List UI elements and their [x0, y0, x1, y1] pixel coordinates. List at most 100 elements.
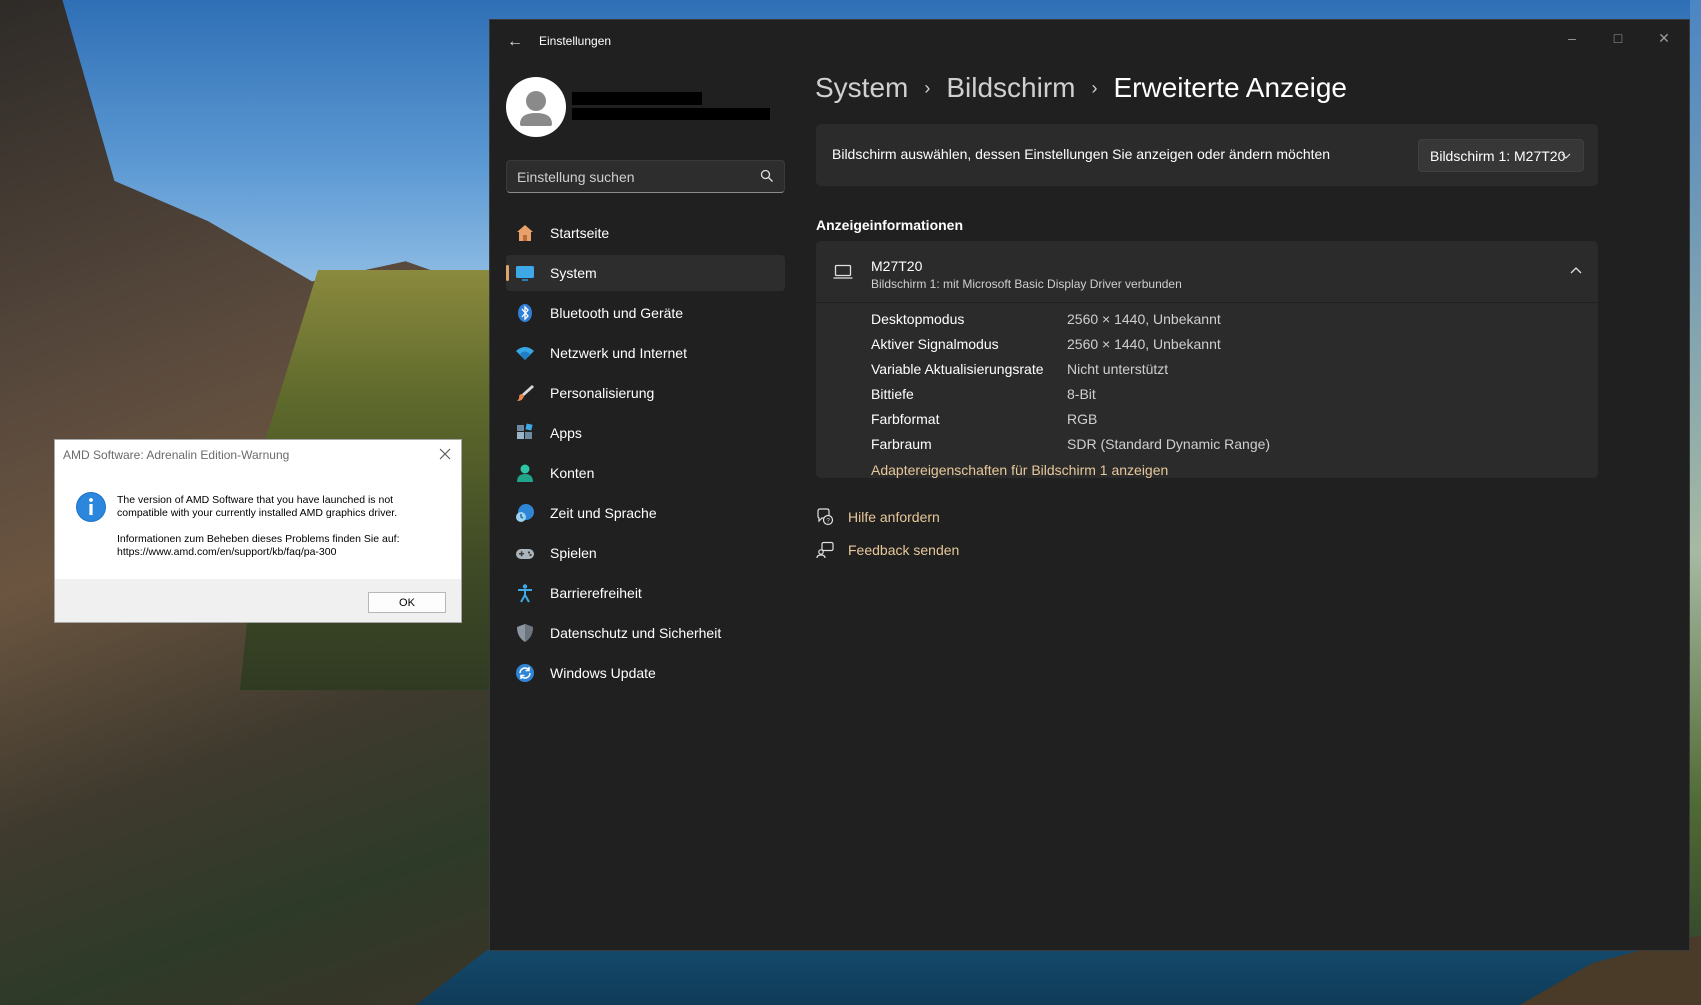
sidebar-item-konten[interactable]: Konten [506, 455, 785, 491]
sidebar-item-label: Personalisierung [550, 385, 655, 401]
display-select-card: Bildschirm auswählen, dessen Einstellung… [816, 124, 1598, 186]
laptop-icon [833, 264, 853, 279]
close-icon[interactable] [437, 446, 453, 462]
redacted-email [572, 108, 770, 120]
sidebar-item-startseite[interactable]: Startseite [506, 215, 785, 251]
display-name: M27T20 [871, 258, 923, 274]
sidebar-item-label: System [550, 265, 597, 281]
svg-text:?: ? [826, 517, 830, 524]
sidebar-item-barrierefreiheit[interactable]: Barrierefreiheit [506, 575, 785, 611]
sidebar-item-datenschutz[interactable]: Datenschutz und Sicherheit [506, 615, 785, 651]
chevron-up-icon[interactable] [1570, 265, 1582, 277]
home-icon [514, 222, 536, 244]
sidebar-item-label: Barrierefreiheit [550, 585, 642, 601]
dialog-body: The version of AMD Software that you hav… [55, 469, 461, 579]
info-key: Farbformat [871, 411, 940, 427]
sidebar-item-label: Bluetooth und Geräte [550, 305, 684, 321]
sidebar-item-windows-update[interactable]: Windows Update [506, 655, 785, 691]
sidebar-item-spielen[interactable]: Spielen [506, 535, 785, 571]
avatar[interactable] [506, 77, 566, 137]
title-bar: ← Einstellungen – □ ✕ [490, 20, 1689, 64]
send-feedback-label: Feedback senden [848, 541, 960, 558]
sidebar-item-label: Konten [550, 465, 595, 481]
sidebar-item-bluetooth[interactable]: Bluetooth und Geräte [506, 295, 785, 331]
user-silhouette-icon [520, 91, 552, 126]
breadcrumb-bildschirm[interactable]: Bildschirm [946, 72, 1075, 104]
info-key: Variable Aktualisierungsrate [871, 361, 1044, 377]
info-icon [76, 492, 106, 522]
info-key: Aktiver Signalmodus [871, 336, 999, 352]
dialog-title: AMD Software: Adrenalin Edition-Warnung [63, 448, 290, 462]
get-help-label: Hilfe anfordern [848, 508, 940, 525]
sidebar-item-system[interactable]: System [506, 255, 785, 291]
section-title: Anzeigeinformationen [816, 217, 964, 233]
dialog-title-bar: AMD Software: Adrenalin Edition-Warnung [55, 440, 461, 469]
breadcrumb-system[interactable]: System [815, 72, 908, 104]
sidebar-item-label: Startseite [550, 225, 610, 241]
chevron-right-icon: › [1091, 77, 1098, 98]
info-row: Farbformat RGB [871, 411, 1270, 436]
sidebar-item-apps[interactable]: Apps [506, 415, 785, 451]
breadcrumb: System › Bildschirm › Erweiterte Anzeige [815, 72, 1347, 104]
adapter-properties-link[interactable]: Adaptereigenschaften für Bildschirm 1 an… [871, 462, 1168, 478]
info-row: Farbraum SDR (Standard Dynamic Range) [871, 436, 1270, 461]
message-line: The version of AMD Software that you hav… [117, 494, 394, 506]
monitor-icon [514, 262, 536, 284]
brush-icon [514, 382, 536, 404]
info-key: Bittiefe [871, 386, 914, 402]
chevron-down-icon [1561, 153, 1571, 159]
info-value: RGB [1067, 411, 1098, 427]
sidebar-item-label: Windows Update [550, 665, 656, 681]
search-box [506, 160, 785, 193]
info-value: 2560 × 1440, Unbekannt [1067, 336, 1221, 352]
person-icon [514, 462, 536, 484]
settings-window: ← Einstellungen – □ ✕ Startseite [489, 19, 1690, 951]
info-key: Farbraum [871, 436, 932, 452]
sidebar-item-label: Spielen [550, 545, 597, 561]
accessibility-icon [514, 582, 536, 604]
close-button[interactable]: ✕ [1641, 26, 1687, 50]
info-value: SDR (Standard Dynamic Range) [1067, 436, 1271, 452]
apps-icon [514, 422, 536, 444]
redacted-username [572, 92, 702, 105]
display-info-header[interactable]: M27T20 Bildschirm 1: mit Microsoft Basic… [816, 241, 1598, 303]
sidebar-item-personalisierung[interactable]: Personalisierung [506, 375, 785, 411]
bluetooth-icon [514, 302, 536, 324]
wallpaper-right-edge [1690, 0, 1701, 1005]
info-value: 8-Bit [1067, 386, 1096, 402]
search-icon[interactable] [760, 169, 774, 183]
display-dropdown-value: Bildschirm 1: M27T20 [1430, 148, 1566, 164]
display-dropdown[interactable]: Bildschirm 1: M27T20 [1418, 139, 1584, 172]
send-feedback-link[interactable]: Feedback senden [816, 533, 959, 566]
info-value: 2560 × 1440, Unbekannt [1067, 311, 1221, 327]
page-title: Erweiterte Anzeige [1113, 72, 1347, 103]
help-chat-icon: ? [817, 507, 834, 525]
support-url: https://www.amd.com/en/support/kb/faq/pa… [117, 546, 337, 558]
minimize-button[interactable]: – [1549, 26, 1595, 50]
message-line: compatible with your currently installed… [117, 507, 398, 519]
sidebar-item-label: Apps [550, 425, 582, 441]
sidebar-item-zeit-sprache[interactable]: Zeit und Sprache [506, 495, 785, 531]
maximize-button[interactable]: □ [1595, 26, 1641, 50]
display-info-rows: Desktopmodus 2560 × 1440, Unbekannt Akti… [871, 311, 1270, 461]
sidebar-item-label: Zeit und Sprache [550, 505, 657, 521]
help-links: ? Hilfe anfordern Feedback senden [816, 500, 959, 566]
ok-button[interactable]: OK [368, 592, 446, 613]
gamepad-icon [514, 542, 536, 564]
sidebar-item-label: Datenschutz und Sicherheit [550, 625, 722, 641]
info-line: Informationen zum Beheben dieses Problem… [117, 533, 400, 545]
info-row: Aktiver Signalmodus 2560 × 1440, Unbekan… [871, 336, 1270, 361]
info-key: Desktopmodus [871, 311, 965, 327]
info-value: Nicht unterstützt [1067, 361, 1169, 377]
wifi-icon [514, 342, 536, 364]
feedback-icon [816, 541, 834, 558]
info-row: Desktopmodus 2560 × 1440, Unbekannt [871, 311, 1270, 336]
get-help-link[interactable]: ? Hilfe anfordern [816, 500, 959, 533]
search-input[interactable] [517, 167, 747, 187]
sidebar-item-netzwerk[interactable]: Netzwerk und Internet [506, 335, 785, 371]
back-arrow-icon[interactable]: ← [504, 32, 526, 52]
window-title: Einstellungen [539, 34, 612, 48]
dialog-message: The version of AMD Software that you hav… [117, 494, 447, 572]
chevron-right-icon: › [924, 77, 931, 98]
info-row: Bittiefe 8-Bit [871, 386, 1270, 411]
